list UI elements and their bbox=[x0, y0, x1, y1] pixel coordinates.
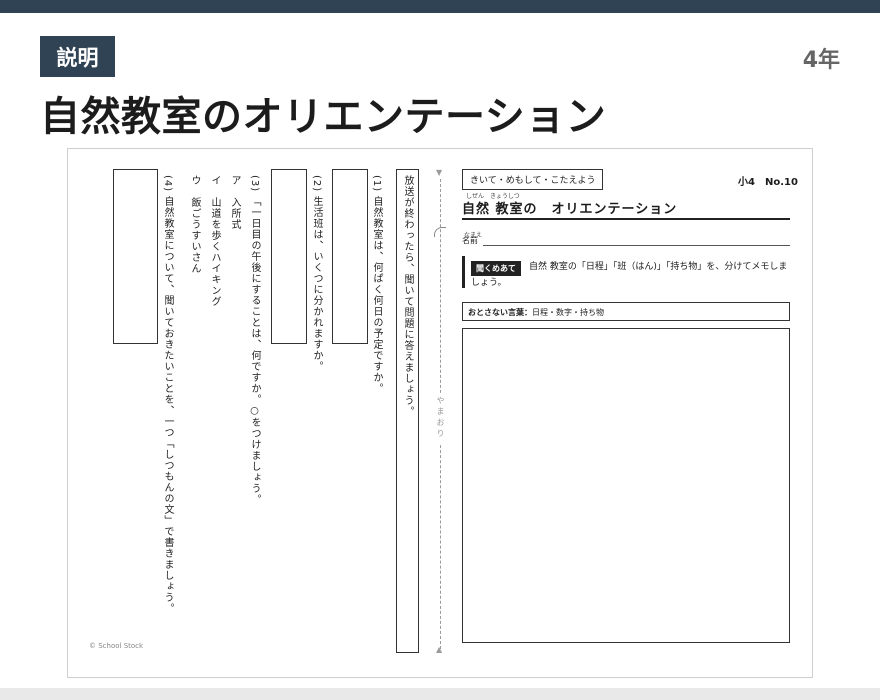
worksheet-number: 小4 No.10 bbox=[738, 177, 798, 188]
memo-box bbox=[462, 328, 790, 643]
question-2-text: (2) 生活班は、いくつに分かれますか。 bbox=[311, 175, 322, 373]
question-1-text: (1) 自然教室は、何ぱく何日の予定ですか。 bbox=[371, 175, 382, 395]
keywords-line: おとさない言葉：日程・数字・持ち物 bbox=[468, 307, 604, 318]
keywords-value: 日程・数字・持ち物 bbox=[532, 308, 604, 317]
page-title: 自然教室のオリエンテーション bbox=[40, 94, 607, 140]
fold-label: やまおり bbox=[435, 393, 446, 443]
fold-arrow-top: ▼ bbox=[436, 168, 443, 177]
answer-box-4 bbox=[113, 169, 158, 344]
copyright-text: © School Stock bbox=[89, 642, 144, 650]
bottom-strip bbox=[0, 688, 880, 700]
instruction-text: 自然 教室の「日程」「班（はん)」「持ち物」を、分けてメモしましょう。 bbox=[471, 259, 791, 291]
question-3-option-c: ウ 飯ごうすいさん bbox=[189, 175, 200, 274]
worksheet-preview: 放送が終わったら、聞いて問題に答えましょう。 (1) 自然教室は、何ぱく何日の予… bbox=[67, 148, 813, 678]
instruction-column-text: 放送が終わったら、聞いて問題に答えましょう。 bbox=[402, 175, 413, 417]
top-accent-bar bbox=[0, 0, 880, 13]
fold-arrow-bottom: ▲ bbox=[436, 645, 443, 654]
question-3-option-b: イ 山道を歩くハイキング bbox=[209, 175, 220, 307]
fold-marker-icon bbox=[434, 227, 446, 237]
category-badge: 説明 bbox=[40, 36, 115, 77]
question-3-option-a: ア 入所式 bbox=[229, 175, 240, 230]
answer-box-2 bbox=[271, 169, 307, 344]
question-4-text: (4) 自然教室について、聞いておきたいことを、一つ「しつもんの文」で書きましょ… bbox=[162, 175, 173, 615]
kikite-label: きいて・めもして・こたえよう bbox=[462, 169, 604, 190]
instruction-accent-bar bbox=[462, 256, 465, 288]
name-line bbox=[483, 245, 790, 246]
instruction-text-body: 自然 教室の「日程」「班（はん)」「持ち物」を、分けてメモしましょう。 bbox=[471, 262, 788, 288]
grade-label: 4年 bbox=[802, 48, 840, 73]
title-underline bbox=[462, 218, 790, 220]
answer-box-1 bbox=[332, 169, 368, 344]
question-3-text: (3) 「一日目の午後にすることは、何ですか。○をつけましょう。 bbox=[249, 175, 260, 506]
worksheet-title: 自然 教室の オリエンテーション bbox=[462, 202, 678, 217]
name-label: 名前 bbox=[462, 236, 478, 245]
keywords-label: おとさない言葉： bbox=[468, 308, 532, 317]
